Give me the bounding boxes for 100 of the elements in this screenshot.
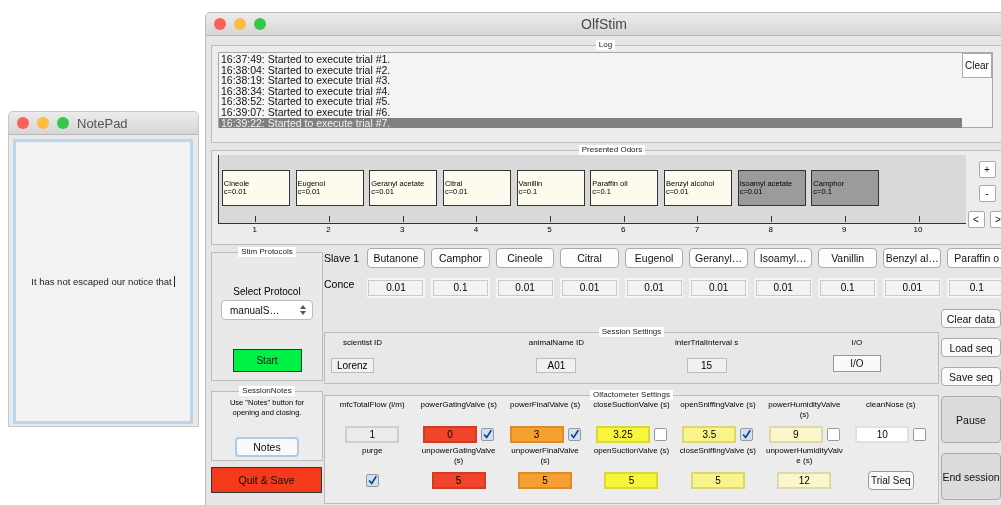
value-field[interactable]: 5	[690, 471, 745, 489]
valve-label: powerFinalValve (s)	[510, 400, 581, 411]
panel-title: Olfactometer Settings	[590, 390, 673, 400]
clear-data-button[interactable]: Clear data	[941, 309, 1001, 328]
odor-button[interactable]: Isoamyl…	[753, 248, 813, 268]
odor-button[interactable]: Camphor	[431, 248, 490, 268]
value-field[interactable]: 5	[604, 471, 659, 489]
concentration-field[interactable]: 0.01	[562, 280, 618, 296]
window-title: NotePad	[77, 115, 128, 131]
value-field[interactable]: 1	[345, 425, 400, 443]
valve-label: powerHumidityValve (s)	[767, 400, 842, 421]
setting-field[interactable]: 15	[686, 358, 727, 373]
value-field[interactable]: 5	[518, 471, 573, 489]
valve-label: purge	[361, 446, 383, 457]
concentration-field[interactable]: 0.1	[433, 280, 488, 296]
maximize-icon[interactable]	[57, 117, 69, 129]
log-entry[interactable]: 16:38:04: Started to execute trial #2.	[219, 64, 962, 76]
panel-title: Log	[595, 40, 616, 50]
quit-save-button[interactable]: Quit & Save	[211, 467, 322, 493]
log-entry[interactable]: 16:38:34: Started to execute trial #4.	[219, 85, 962, 97]
value-field[interactable]: 9	[768, 425, 823, 443]
odor-button[interactable]: Vanillin	[818, 248, 877, 268]
valve-label: mfcTotalFlow (l/m)	[339, 400, 405, 411]
panel-title: Stim Protocols	[238, 247, 296, 257]
concentration-label: Conce	[324, 277, 356, 290]
checkbox[interactable]	[826, 427, 840, 441]
trial-seq-button[interactable]: Trial Seq	[867, 471, 914, 490]
axis-tick-label: 1	[252, 225, 258, 234]
checkbox[interactable]	[913, 427, 927, 441]
save-seq-button[interactable]: Save seq	[941, 367, 1001, 386]
zoom-button[interactable]: +	[978, 161, 996, 178]
updown-icon	[300, 305, 306, 315]
value-field[interactable]: 3	[509, 425, 564, 443]
odor-button[interactable]: Paraffin o	[947, 248, 1001, 268]
log-list[interactable]	[218, 52, 993, 128]
text-area[interactable]: It has not escaped our notice that	[13, 139, 193, 424]
concentration-field[interactable]: 0.01	[626, 280, 682, 296]
checkbox[interactable]	[654, 427, 667, 441]
value-field[interactable]: 3.5	[682, 425, 737, 443]
log-entry[interactable]: 16:38:19: Started to execute trial #3.	[219, 75, 962, 86]
axis-tick-label: 5	[547, 225, 552, 234]
odor-button[interactable]: Eugenol	[624, 248, 684, 268]
odor-button[interactable]: Citral	[560, 248, 619, 268]
notes-button[interactable]: Notes	[235, 437, 299, 457]
panel-title: Presented Odors	[578, 145, 646, 155]
text-cursor	[173, 276, 175, 287]
select-label: Select Protocol	[233, 286, 301, 297]
checkbox[interactable]	[567, 427, 581, 441]
panel-title: SessionNotes	[239, 386, 295, 396]
valve-label: powerGatingValve (s)	[420, 400, 497, 411]
odor-button[interactable]: Benzyl al…	[882, 248, 942, 268]
slave-label: Slave 1	[324, 252, 361, 264]
valve-label: unpowerGatingValve (s)	[420, 446, 497, 467]
concentration-field[interactable]: 0.01	[755, 280, 811, 296]
value-field[interactable]: 5	[431, 471, 486, 489]
concentration-field[interactable]: 0.01	[497, 280, 553, 296]
log-entry[interactable]: 16:38:52: Started to execute trial #5.	[219, 96, 962, 107]
start-button[interactable]: Start	[232, 349, 302, 372]
checkbox[interactable]	[740, 427, 754, 441]
setting-field[interactable]: A01	[536, 358, 577, 373]
log-entry[interactable]: 16:39:07: Started to execute trial #6.	[219, 106, 962, 118]
value-field[interactable]: 10	[855, 425, 910, 443]
concentration-field[interactable]: 0.01	[368, 280, 424, 296]
odor-button[interactable]: Butanone	[366, 248, 426, 268]
load-seq-button[interactable]: Load seq	[941, 338, 1001, 357]
axis-tick-label: 6	[621, 225, 626, 234]
zoom-button[interactable]: -	[978, 185, 996, 202]
axis-tick-label: 7	[694, 225, 700, 234]
checkbox[interactable]	[481, 427, 495, 441]
panel-title: Session Settings	[598, 327, 665, 337]
concentration-field[interactable]: 0.1	[820, 280, 876, 296]
odor-button[interactable]: Geranyl…	[689, 248, 748, 268]
concentration-field[interactable]: 0.01	[691, 280, 747, 296]
io-button[interactable]: I/O	[832, 355, 881, 372]
log-entry[interactable]: 16:39:22: Started to execute trial #7.	[219, 117, 962, 129]
odor-button[interactable]: Cineole	[495, 248, 555, 268]
log-entry[interactable]: 16:37:49: Started to execute trial #1.	[219, 54, 962, 65]
maximize-icon[interactable]	[254, 18, 266, 30]
scroll-button[interactable]: <	[967, 211, 985, 228]
axis-tick-label: 10	[913, 225, 923, 234]
concentration-field[interactable]: 0.01	[884, 280, 940, 296]
protocol-dropdown[interactable]: manualS…	[221, 300, 313, 320]
valve-label: unpowerHumidityValve (s)	[765, 446, 844, 467]
setting-label: scientist ID	[342, 338, 383, 349]
close-icon[interactable]	[214, 18, 226, 30]
valve-label: openSniffingValve (s)	[680, 400, 756, 411]
value-field[interactable]: 12	[777, 471, 832, 489]
clear-button[interactable]: Clear	[962, 53, 992, 78]
pause-button[interactable]: Pause	[941, 396, 1001, 443]
value-field[interactable]: 0	[423, 425, 478, 443]
close-icon[interactable]	[17, 117, 29, 129]
setting-field[interactable]: Lorenz	[331, 358, 374, 373]
scroll-button[interactable]: >	[989, 211, 1001, 228]
axis-tick-label: 8	[768, 225, 773, 234]
checkbox[interactable]	[365, 473, 379, 487]
end-session-button[interactable]: End session	[941, 453, 1001, 500]
value-field[interactable]: 3.25	[596, 425, 650, 443]
setting-label: interTrialInterval s	[675, 338, 739, 349]
setting-label: animalName ID	[528, 338, 584, 349]
concentration-field[interactable]: 0.1	[949, 280, 1001, 296]
